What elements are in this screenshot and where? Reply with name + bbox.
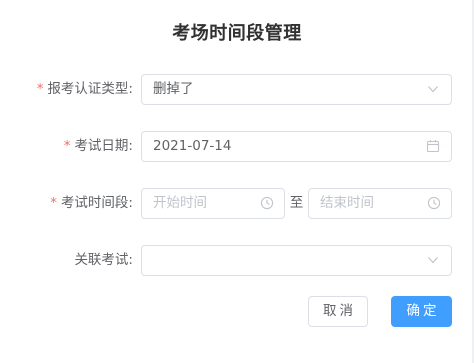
required-mark: * [36,81,44,97]
exam-time-dialog: 考场时间段管理 * 报考认证类型: 删掉了 * 考试日期: 2021-07-14 *… [0,0,474,363]
auth-type-label-row: * 报考认证类型: [37,79,133,99]
end-time-input[interactable]: 结束时间 [308,188,452,219]
cancel-button[interactable]: 取消 [308,296,368,327]
auth-type-value: 删掉了 [153,81,194,97]
required-mark: * [63,138,71,154]
exam-date-picker[interactable]: 2021-07-14 [141,131,452,162]
chevron-down-icon [428,86,438,93]
exam-date-label-row: * 考试日期: [64,136,133,156]
related-exam-label-row: 关联考试: [74,250,133,270]
time-range-separator: 至 [289,195,304,211]
exam-date-value: 2021-07-14 [153,138,232,154]
confirm-button[interactable]: 确定 [391,296,452,327]
clock-icon [427,196,441,210]
auth-type-label: 报考认证类型: [47,81,133,97]
related-exam-label: 关联考试: [74,252,133,268]
clock-icon [260,196,274,210]
dialog-title: 考场时间段管理 [172,23,302,44]
exam-time-label-row: * 考试时间段: [50,193,133,213]
required-mark: * [50,195,57,211]
start-time-placeholder: 开始时间 [153,195,207,211]
related-exam-select[interactable] [141,245,452,276]
start-time-input[interactable]: 开始时间 [141,188,285,219]
calendar-icon [426,140,440,153]
end-time-placeholder: 结束时间 [320,195,374,211]
chevron-down-icon [428,257,438,264]
auth-type-select[interactable]: 删掉了 [141,74,452,105]
exam-date-label: 考试日期: [74,138,133,154]
exam-time-label: 考试时间段: [60,195,133,211]
